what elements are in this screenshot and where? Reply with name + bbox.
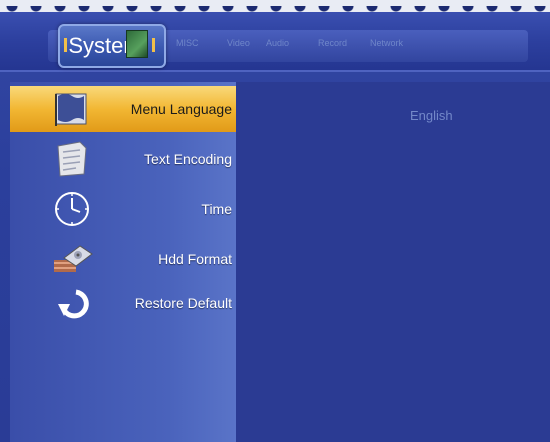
menu-item-hdd-format[interactable]: Hdd Format: [10, 236, 236, 282]
document-icon: [57, 141, 87, 177]
menu-item-restore-default[interactable]: Restore Default: [10, 280, 236, 326]
tab-marker-left: [64, 38, 67, 52]
hard-disk-icon: [54, 245, 93, 272]
menu-item-menu-language[interactable]: Menu Language: [10, 86, 236, 132]
system-tab-icon: [126, 30, 148, 58]
tab-system[interactable]: System: [58, 24, 166, 68]
flag-icon: [55, 93, 87, 126]
settings-value-panel: [236, 82, 550, 442]
top-border: [0, 0, 550, 12]
tab-record[interactable]: Record: [318, 38, 347, 48]
menu-item-text-encoding[interactable]: Text Encoding: [10, 136, 236, 182]
menu-item-label: Time: [201, 201, 232, 217]
tab-marker-right: [152, 38, 155, 52]
menu-item-time[interactable]: Time: [10, 186, 236, 232]
tab-misc[interactable]: MISC: [176, 38, 199, 48]
screen: MISC Video Audio Record Network System M…: [0, 0, 550, 442]
restore-arrow-icon: [58, 289, 89, 319]
menu-item-label: Text Encoding: [144, 151, 232, 167]
tab-audio[interactable]: Audio: [266, 38, 289, 48]
tab-network[interactable]: Network: [370, 38, 403, 48]
menu-item-label: Hdd Format: [158, 251, 232, 267]
clock-icon: [55, 192, 89, 226]
menu-item-label: Menu Language: [130, 101, 232, 117]
menu-language-value: English: [410, 108, 453, 123]
header-divider: [0, 70, 550, 72]
tab-video[interactable]: Video: [227, 38, 250, 48]
menu-item-label: Restore Default: [134, 295, 232, 311]
